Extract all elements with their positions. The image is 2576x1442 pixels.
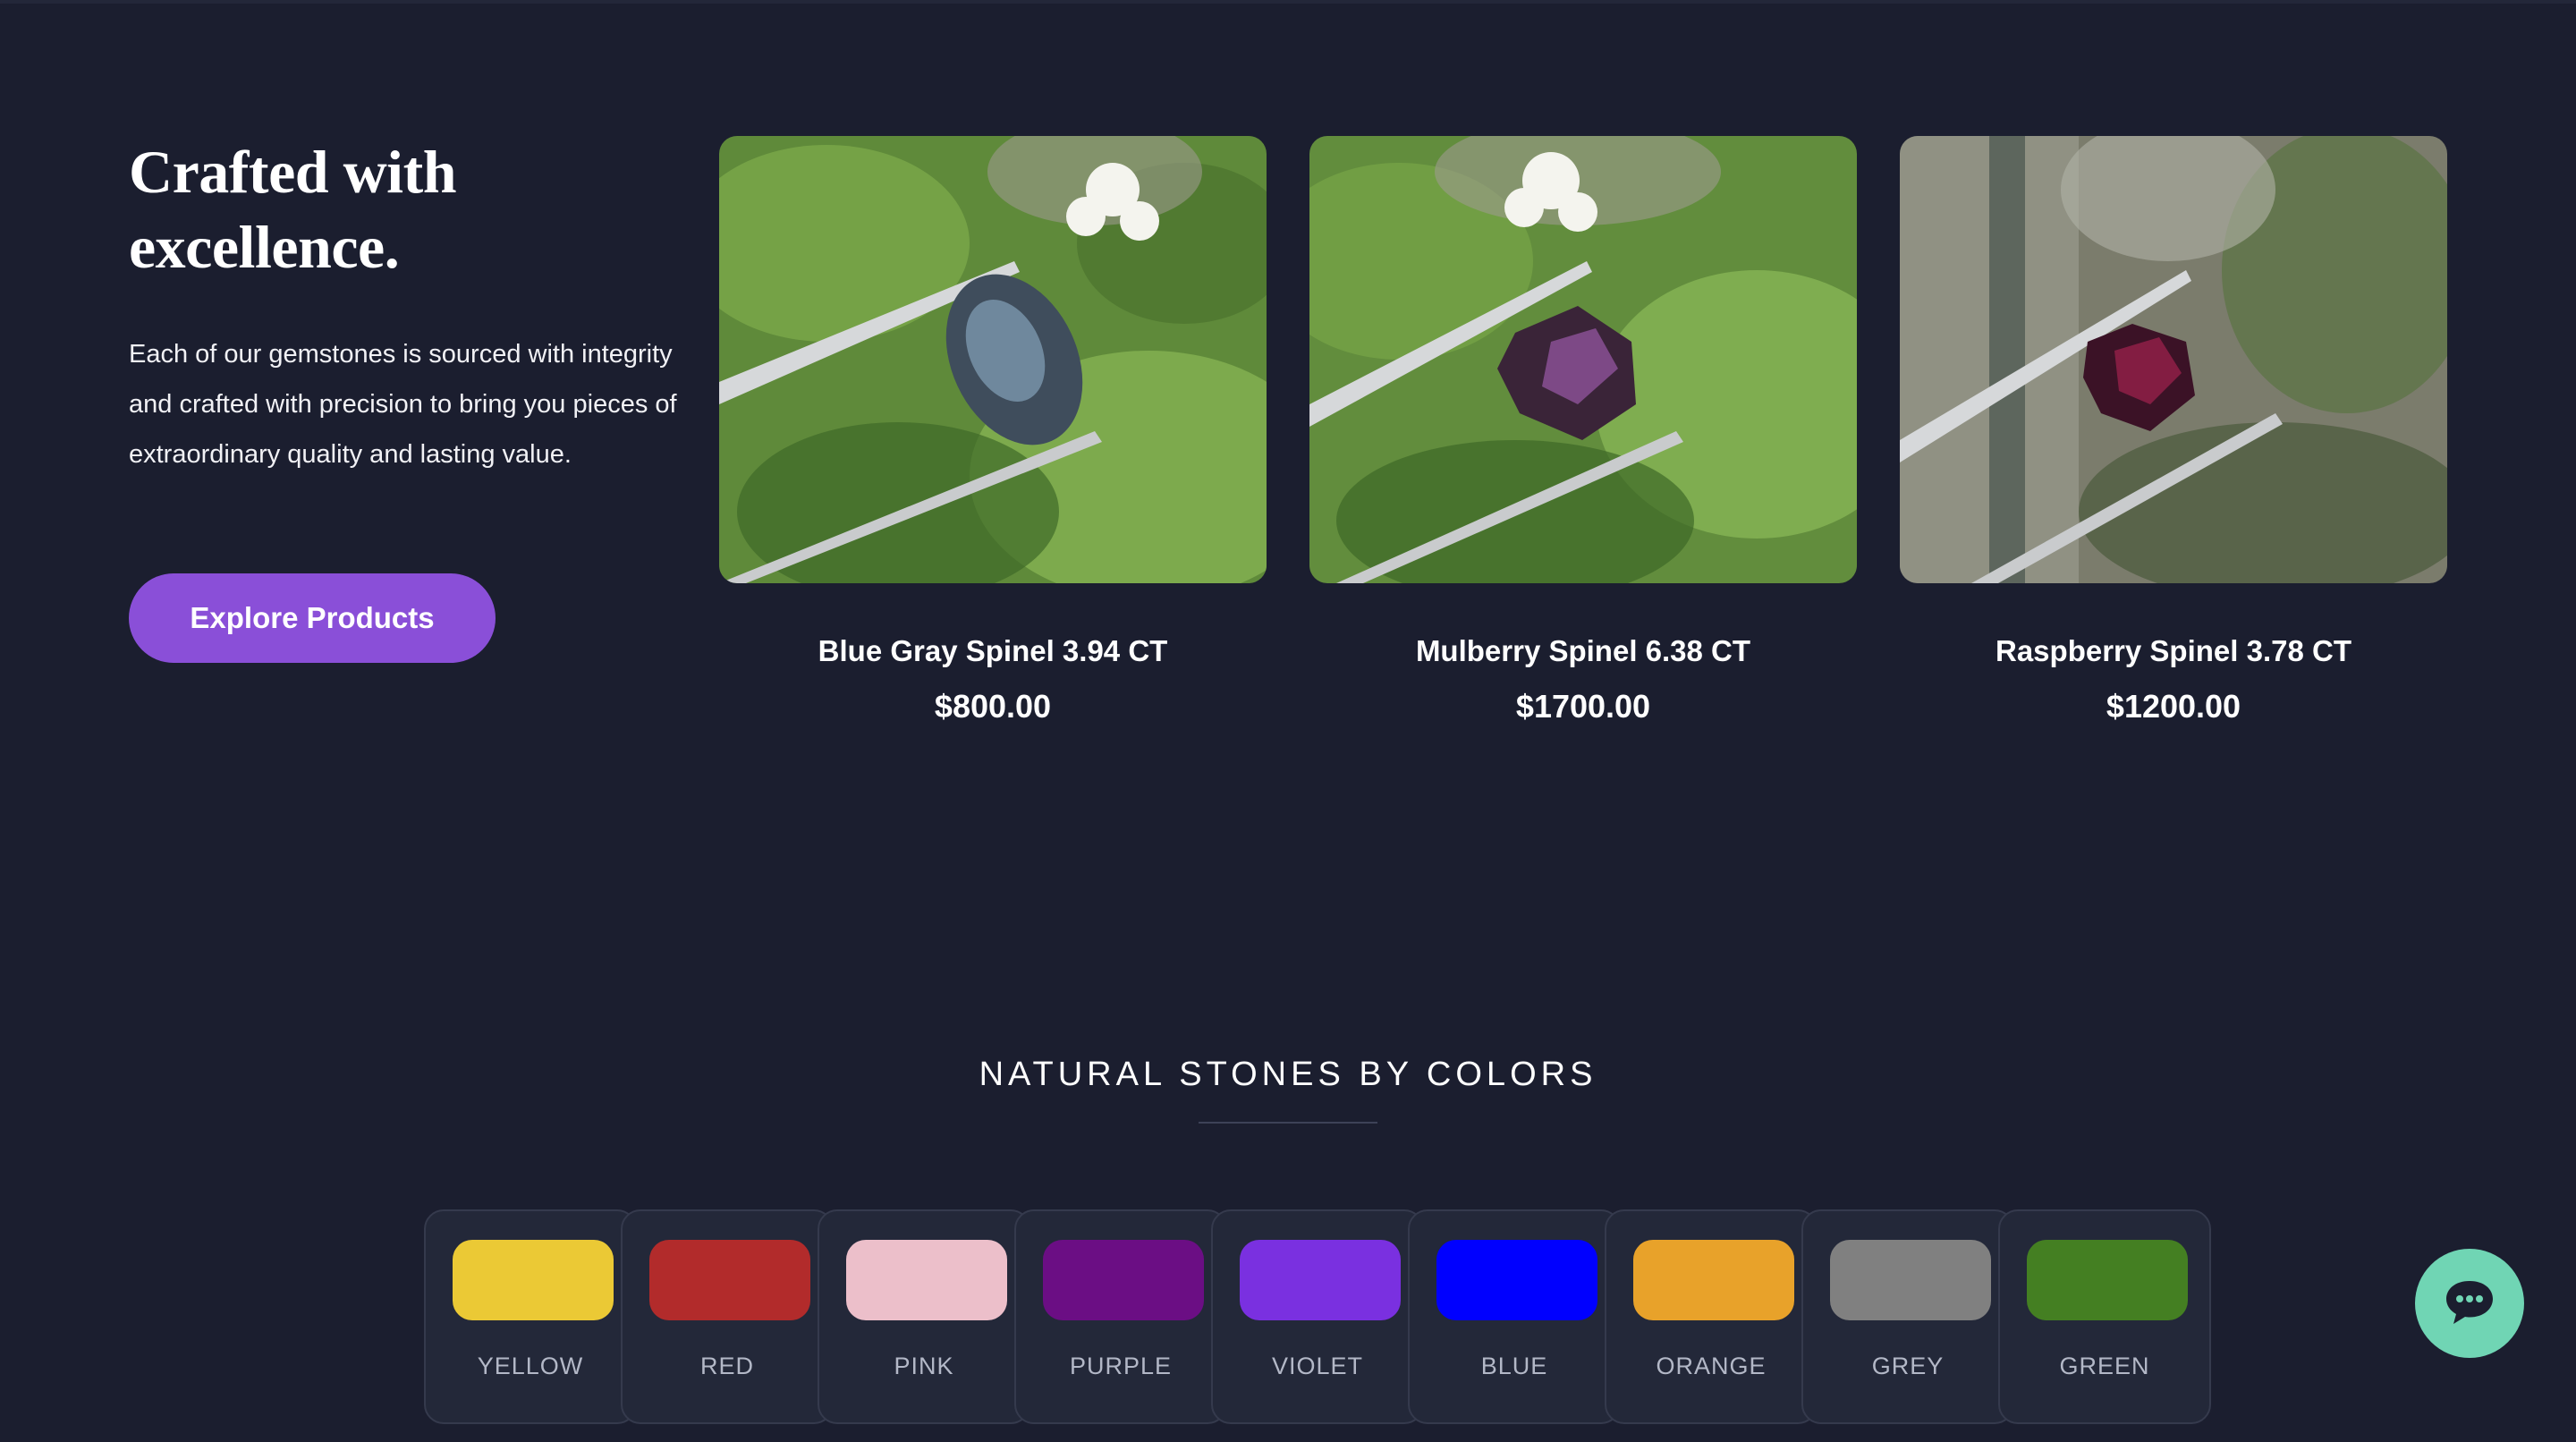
color-label: PURPLE xyxy=(1069,1353,1173,1379)
color-chip xyxy=(846,1240,1007,1320)
product-price: $800.00 xyxy=(934,688,1052,725)
product-name[interactable]: Blue Gray Spinel 3.94 CT xyxy=(719,633,1267,669)
color-chip xyxy=(649,1240,810,1320)
product-card[interactable]: Blue Gray Spinel 3.94 CT $800.00 xyxy=(719,136,1267,726)
color-swatch-grey[interactable]: GREY xyxy=(1801,1209,2014,1424)
explore-products-button[interactable]: Explore Products xyxy=(129,573,496,663)
color-chip xyxy=(1240,1240,1401,1320)
color-label: ORANGE xyxy=(1656,1353,1767,1379)
color-label: GREY xyxy=(1871,1353,1945,1379)
color-chip xyxy=(453,1240,614,1320)
product-name[interactable]: Raspberry Spinel 3.78 CT xyxy=(1900,633,2447,669)
color-chip xyxy=(1043,1240,1204,1320)
color-swatch-red[interactable]: RED xyxy=(621,1209,834,1424)
product-price: $1700.00 xyxy=(1515,688,1651,725)
color-label: RED xyxy=(699,1353,754,1379)
color-label: BLUE xyxy=(1480,1353,1548,1379)
color-swatch-green[interactable]: GREEN xyxy=(1998,1209,2211,1424)
color-label: YELLOW xyxy=(477,1353,584,1379)
section-title: NATURAL STONES BY COLORS xyxy=(979,1056,1597,1093)
hero-title: Crafted with excellence. xyxy=(129,138,457,281)
product-image[interactable] xyxy=(1900,136,2447,583)
color-swatch-pink[interactable]: PINK xyxy=(818,1209,1030,1424)
color-label: VIOLET xyxy=(1271,1353,1364,1379)
color-label: GREEN xyxy=(2059,1353,2150,1379)
product-image[interactable] xyxy=(1309,136,1857,583)
color-chip xyxy=(2027,1240,2188,1320)
color-chip xyxy=(1830,1240,1991,1320)
product-card[interactable]: Raspberry Spinel 3.78 CT $1200.00 xyxy=(1900,136,2447,726)
gemstone-photo xyxy=(1900,136,2447,583)
product-price: $1200.00 xyxy=(2106,688,2241,725)
product-image[interactable] xyxy=(719,136,1267,583)
product-card[interactable]: Mulberry Spinel 6.38 CT $1700.00 xyxy=(1309,136,1857,726)
gemstone-photo xyxy=(719,136,1267,583)
color-chip xyxy=(1633,1240,1794,1320)
color-swatch-blue[interactable]: BLUE xyxy=(1408,1209,1621,1424)
product-name[interactable]: Mulberry Spinel 6.38 CT xyxy=(1309,633,1857,669)
hero-description: Each of our gemstones is sourced with in… xyxy=(129,340,677,469)
color-swatch-yellow[interactable]: YELLOW xyxy=(424,1209,637,1424)
color-chip xyxy=(1436,1240,1597,1320)
color-swatch-purple[interactable]: PURPLE xyxy=(1014,1209,1227,1424)
color-label: PINK xyxy=(894,1353,954,1379)
section-divider xyxy=(1199,1122,1377,1124)
chat-button[interactable] xyxy=(2415,1249,2524,1358)
gemstone-photo xyxy=(1309,136,1857,583)
top-divider xyxy=(0,0,2576,4)
color-swatch-orange[interactable]: ORANGE xyxy=(1605,1209,1818,1424)
chat-bubble-icon xyxy=(2443,1277,2496,1330)
color-swatch-violet[interactable]: VIOLET xyxy=(1211,1209,1424,1424)
